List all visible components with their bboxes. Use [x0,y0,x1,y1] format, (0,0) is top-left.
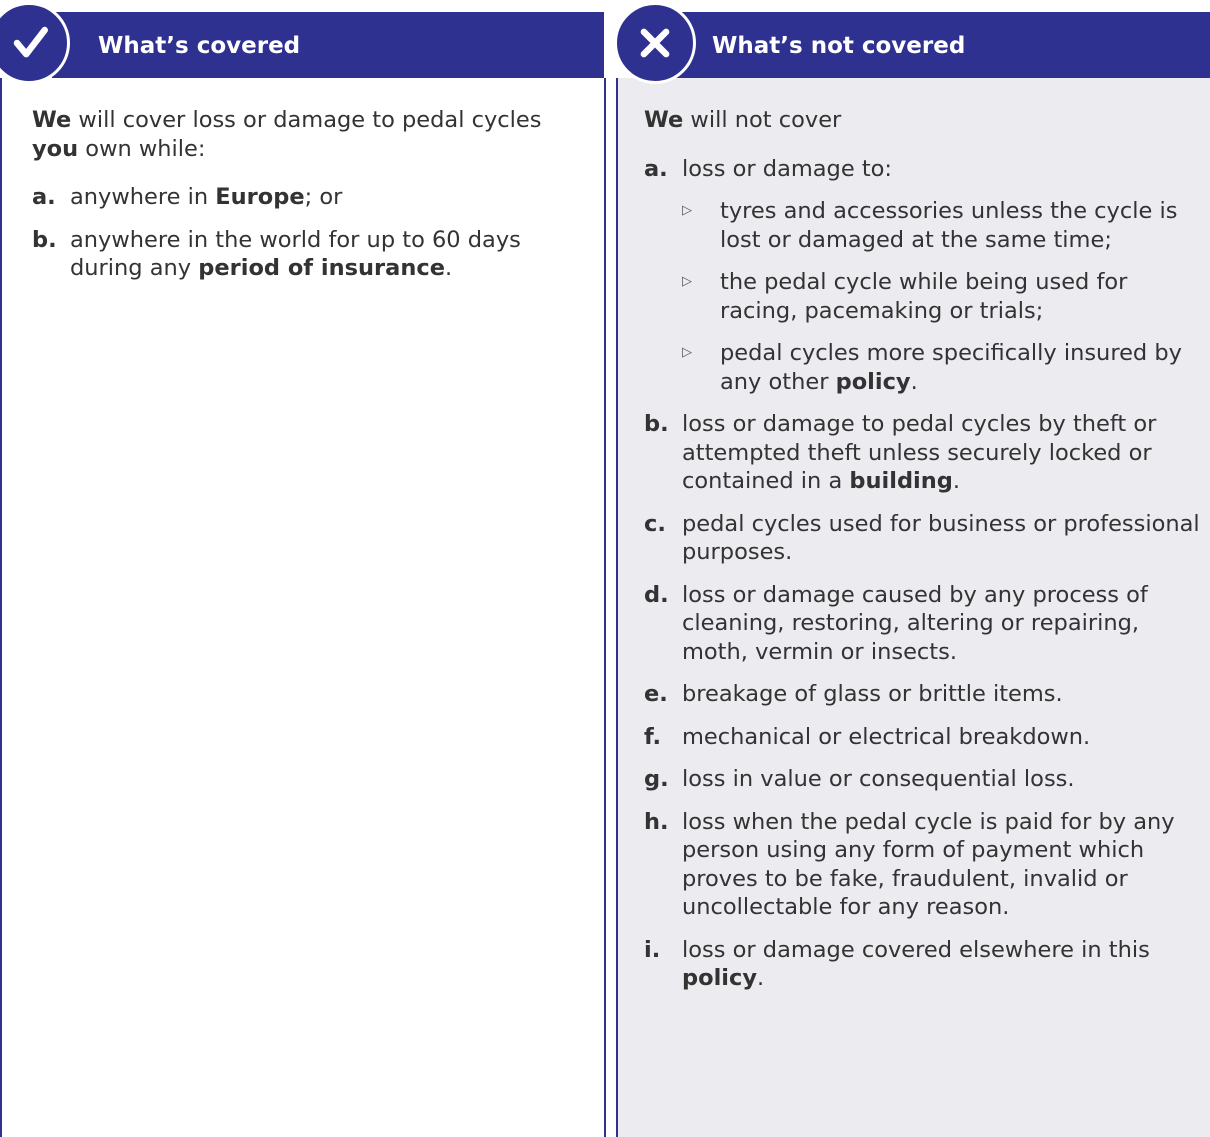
item-text: loss or damage to: ▷ tyres and accessories… [682,155,1210,397]
item-text: anywhere in Europe; or [70,184,343,210]
defined-term: We [32,107,72,133]
item-label: b. [644,411,669,437]
list-item: c. pedal cycles used for business or prof… [644,510,1210,567]
defined-term: you [32,135,79,162]
list-item: b. anywhere in the world for up to 60 day… [32,226,572,283]
item-label: a. [32,184,56,210]
item-text: loss in value or consequential loss. [682,766,1075,792]
defined-term: building [849,468,953,494]
list-item: f. mechanical or electrical breakdown. [644,723,1210,752]
sub-item-text: tyres and accessories unless the cycle i… [720,198,1178,253]
sub-item-text: the pedal cycle while being used for rac… [720,269,1128,324]
not-covered-content: We will not cover a. loss or damage to: ▷ t… [644,106,1210,1007]
not-covered-list: a. loss or damage to: ▷ tyres and accessori… [644,155,1210,993]
list-item: g. loss in value or consequential loss. [644,765,1210,794]
list-item: e. breakage of glass or brittle items. [644,680,1210,709]
item-label: e. [644,681,668,707]
item-label: f. [644,723,662,750]
sub-item-text: pedal cycles more specifically insured b… [720,340,1182,395]
triangle-bullet-icon: ▷ [682,203,692,218]
list-item: b. loss or damage to pedal cycles by thef… [644,410,1210,496]
cross-icon [614,2,696,84]
item-text: pedal cycles used for business or profes… [682,510,1200,566]
list-item: d. loss or damage caused by any process o… [644,581,1210,667]
list-item: a. loss or damage to: ▷ tyres and accessori… [644,155,1210,397]
defined-term: policy [682,965,757,991]
item-label: a. [644,155,668,182]
item-label: d. [644,581,669,608]
sub-item: ▷ pedal cycles more specifically insured … [682,339,1210,396]
item-text: loss or damage caused by any process of … [682,581,1148,665]
covered-intro: We will cover loss or damage to pedal cy… [32,107,542,162]
item-text: loss or damage covered elsewhere in this… [682,936,1150,992]
item-text: loss or damage to pedal cycles by theft … [682,411,1157,494]
sub-item: ▷ the pedal cycle while being used for ra… [682,268,1210,325]
item-label: b. [32,226,57,253]
item-text: loss when the pedal cycle is paid for by… [682,808,1175,921]
item-label: c. [644,510,666,537]
not-covered-intro: We will not cover [644,107,842,133]
defined-term: policy [835,368,911,395]
list-item: h. loss when the pedal cycle is paid for … [644,808,1210,922]
not-covered-title: What’s not covered [712,33,966,59]
not-covered-column: What’s not covered We will not cover a. l… [614,0,1210,1137]
covered-title: What’s covered [98,33,301,59]
triangle-bullet-icon: ▷ [682,345,692,360]
covered-list: a. anywhere in Europe; or b. anywhere in th… [32,183,572,283]
defined-term: period of insurance [198,255,445,281]
item-text: breakage of glass or brittle items. [682,681,1063,707]
item-label: h. [644,808,669,835]
triangle-bullet-icon: ▷ [682,274,692,289]
item-text: mechanical or electrical breakdown. [682,723,1091,750]
item-label: i. [644,936,661,963]
defined-term: We [644,107,684,133]
defined-term: Europe [215,184,305,210]
covered-content: We will cover loss or damage to pedal cy… [32,106,572,297]
list-item: i. loss or damage covered elsewhere in th… [644,936,1210,993]
covered-column: What’s covered We will cover loss or dam… [0,0,606,1137]
check-icon [0,2,70,84]
item-label: g. [644,766,669,792]
list-item: a. anywhere in Europe; or [32,183,572,212]
sub-item: ▷ tyres and accessories unless the cycle … [682,197,1210,254]
item-text: anywhere in the world for up to 60 days … [70,226,521,282]
